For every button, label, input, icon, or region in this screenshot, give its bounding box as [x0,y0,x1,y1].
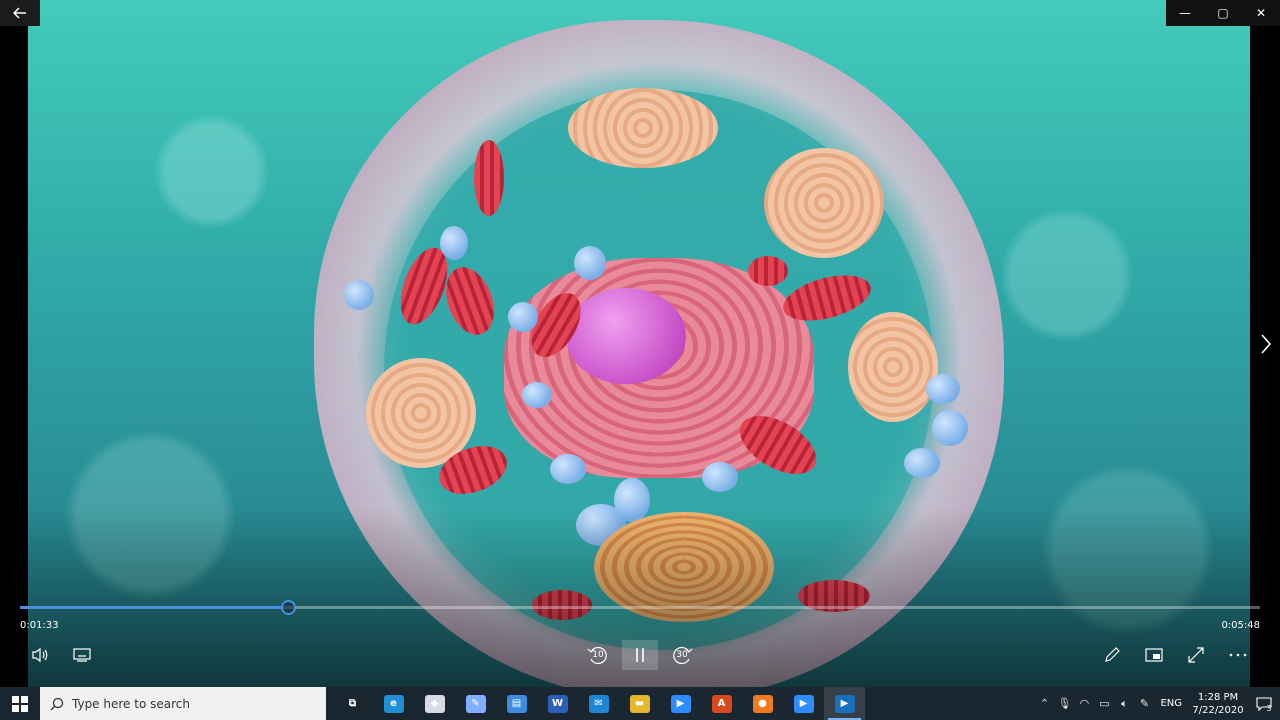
vesicle [508,302,538,332]
pause-icon [636,648,644,662]
taskbar-apps: ⧉ e ◆ ✎ ▤ W ✉ ▬ ▶ A ● ▶ ▶ [332,687,865,720]
taskbar-app-file-explorer[interactable]: ▬ [619,687,660,720]
action-center-button[interactable]: 3 [1248,694,1280,713]
taskbar-app-firefox[interactable]: ● [742,687,783,720]
vesicle [440,226,468,260]
pen-icon[interactable]: ✎ [1134,697,1154,710]
mini-view-button[interactable] [1136,640,1172,670]
movies-tv-window: — ▢ ✕ 0:01:33 0:05:48 10 30 [0,0,1280,687]
clock-date: 7/22/2020 [1192,704,1244,716]
fullscreen-button[interactable] [1178,640,1214,670]
video-frame[interactable] [28,0,1250,687]
battery-icon[interactable]: ▭ [1094,697,1114,710]
vesicle [926,374,960,404]
pencil-icon [1105,647,1120,662]
taskbar-app-edge[interactable]: e [373,687,414,720]
edit-button[interactable] [1094,640,1130,670]
notification-count: 3 [1266,704,1272,713]
mitochondrion [474,140,504,216]
taskbar-app-acrobat[interactable]: A [701,687,742,720]
word-icon: W [547,694,568,713]
taskbar-app-app-3d[interactable]: ◆ [414,687,455,720]
vesicle [344,280,374,310]
vesicle [702,462,738,492]
close-button[interactable]: ✕ [1242,0,1280,26]
skip-back-label: 10 [592,650,604,660]
acrobat-icon: A [711,694,732,713]
zoom-icon: ▶ [793,694,814,713]
pause-button[interactable] [622,640,658,670]
golgi-body [568,88,718,168]
next-video-button[interactable] [1252,326,1280,362]
chevron-up-icon[interactable]: ⌃ [1034,697,1054,710]
clock[interactable]: 1:28 PM 7/22/2020 [1188,691,1248,717]
captions-button[interactable] [64,640,100,670]
back-button[interactable] [0,0,40,26]
vesicle [904,448,940,478]
elapsed-time: 0:01:33 [20,620,59,631]
window-controls: — ▢ ✕ [1166,0,1280,26]
wifi-icon[interactable]: ◠ [1074,697,1094,710]
nucleus [566,288,686,384]
speaker-icon [32,647,48,663]
total-duration: 0:05:48 [1221,620,1260,631]
zoom-icon: ▶ [670,694,691,713]
minimize-button[interactable]: — [1166,0,1204,26]
task-view-icon: ⧉ [342,694,363,713]
language-indicator[interactable]: ENG [1160,698,1182,709]
mini-view-icon [1145,648,1163,662]
chevron-right-icon [1261,334,1272,354]
captions-icon [73,648,91,662]
skip-forward-button[interactable]: 30 [664,640,700,670]
taskbar-app-mail[interactable]: ✉ [578,687,619,720]
seek-bar[interactable] [20,600,1260,615]
search-placeholder: Type here to search [72,696,190,711]
mail-icon: ✉ [588,694,609,713]
vesicle [574,246,606,280]
skip-forward-label: 30 [676,650,688,660]
microphone-icon[interactable]: 🎙︎ [1054,697,1074,710]
movies-icon: ▶ [834,694,855,713]
vesicle [522,382,552,408]
search-icon [50,697,64,710]
mitochondrion [748,256,788,286]
taskbar-app-paint[interactable]: ✎ [455,687,496,720]
volume-icon[interactable]: 🔈︎ [1114,697,1134,711]
windows-logo-icon [12,695,28,712]
paint-icon: ✎ [465,694,486,713]
taskbar-app-zoom-2[interactable]: ▶ [783,687,824,720]
taskbar-app-word[interactable]: W [537,687,578,720]
edge-icon: e [383,694,404,713]
more-icon [1229,653,1247,657]
taskbar-search-box[interactable]: Type here to search [40,687,326,720]
firefox-icon: ● [752,694,773,713]
clock-time: 1:28 PM [1197,691,1239,703]
skip-back-button[interactable]: 10 [580,640,616,670]
golgi-body [848,312,938,422]
taskbar: Type here to search ⧉ e ◆ ✎ ▤ W ✉ ▬ ▶ A ● ▶ ▶ ⌃ 🎙︎ ◠… [0,687,1280,720]
system-tray: ⌃ 🎙︎ ◠ ▭ 🔈︎ ✎ ENG 1:28 PM 7/22/2020 3 [1034,687,1280,720]
taskbar-app-movies-tv[interactable]: ▶ [824,687,865,720]
folder-icon: ▬ [629,694,650,713]
store-icon: ▤ [506,694,527,713]
golgi-body [764,148,884,258]
vesicle [550,454,586,484]
taskbar-app-store[interactable]: ▤ [496,687,537,720]
more-options-button[interactable] [1220,640,1256,670]
volume-button[interactable] [22,640,58,670]
taskbar-app-task-view[interactable]: ⧉ [332,687,373,720]
fullscreen-icon [1188,647,1204,663]
maximize-button[interactable]: ▢ [1204,0,1242,26]
3d-app-icon: ◆ [424,694,445,713]
start-button[interactable] [0,687,40,720]
arrow-left-icon [13,7,26,19]
seek-bar-progress [20,606,289,609]
taskbar-app-zoom[interactable]: ▶ [660,687,701,720]
vesicle [932,410,968,446]
